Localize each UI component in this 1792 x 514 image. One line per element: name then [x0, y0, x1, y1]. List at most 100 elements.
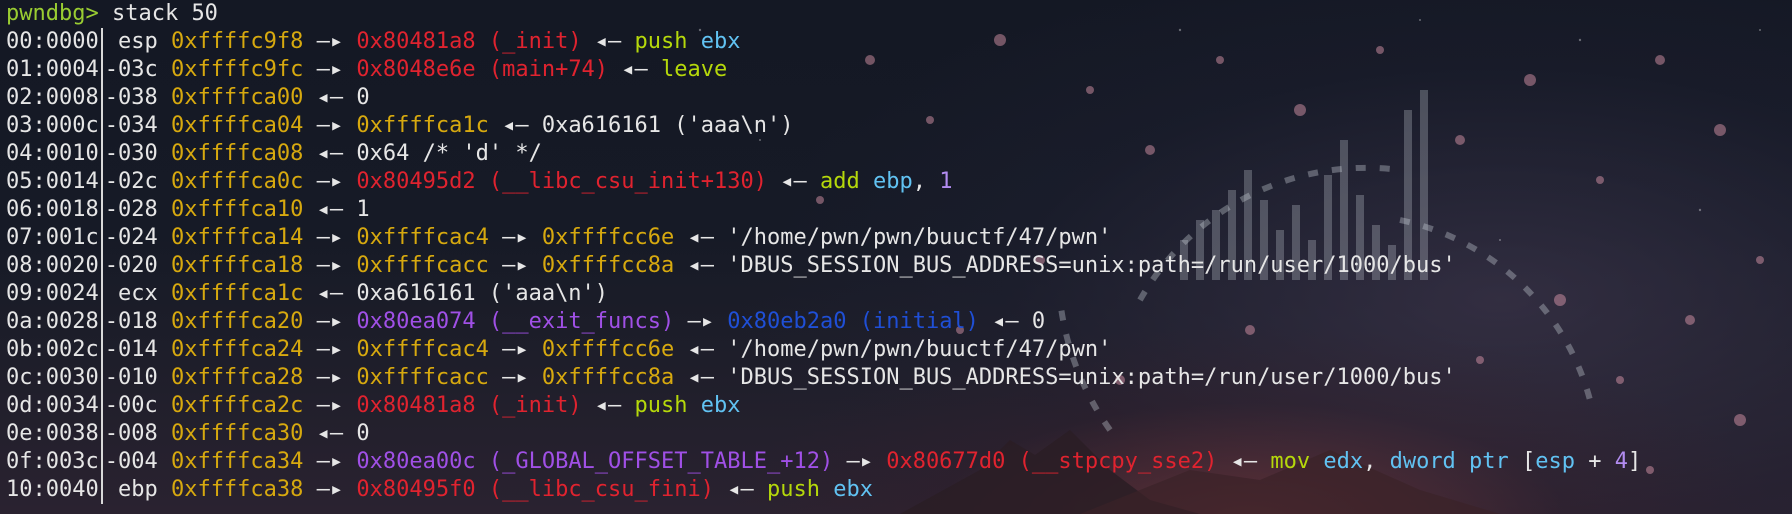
stack-address: 0xffffca28 — [170, 365, 304, 390]
stack-value-part: ◂— — [581, 29, 635, 54]
stack-value-part: 0x80495f0 (__libc_csu_fini) — [356, 477, 715, 502]
stack-index: 0b:002c — [6, 337, 99, 362]
stack-value-part: 0x80eb2a0 (initial) — [727, 309, 979, 334]
stack-offset: -024 — [104, 225, 158, 250]
stack-value-part: —▸ — [303, 337, 357, 362]
stack-address: 0xffffca14 — [170, 225, 304, 250]
stack-offset: -008 — [104, 421, 158, 446]
stack-address: 0xffffc9fc — [170, 57, 304, 82]
stack-value-part: 0xffffca1c — [356, 113, 489, 138]
column-separator — [100, 56, 103, 84]
stack-offset: ebp — [104, 477, 158, 502]
stack-offset: -02c — [104, 169, 158, 194]
stack-row: 02:0008 -038 0xffffca00 ◂— 0 — [6, 84, 1792, 112]
stack-value-part: 0xffffcacc — [356, 365, 489, 390]
stack-index: 08:0020 — [6, 253, 99, 278]
stack-value-part — [860, 169, 873, 194]
stack-row: 06:0018 -028 0xffffca10 ◂— 1 — [6, 196, 1792, 224]
stack-offset: -034 — [104, 113, 158, 138]
stack-address: 0xffffca34 — [170, 449, 304, 474]
stack-value-part: 0x80481a8 (_init) — [356, 393, 582, 418]
stack-index: 05:0014 — [6, 169, 99, 194]
stack-value-part: 4 — [1614, 449, 1629, 474]
prompt-label: pwndbg> — [6, 1, 99, 26]
stack-value-part: ◂— 'DBUS_SESSION_BUS_ADDRESS=unix:path=/… — [674, 365, 1456, 390]
stack-value-part: ◂— 1 — [303, 197, 370, 222]
stack-value-part: 1 — [939, 169, 953, 194]
stack-value-part: 0xffffcc8a — [541, 253, 675, 278]
stack-index: 10:0040 — [6, 477, 99, 502]
stack-value-part: ebp — [872, 169, 913, 194]
stack-index: 03:000c — [6, 113, 99, 138]
stack-value-part: push — [634, 393, 688, 418]
column-separator — [100, 336, 103, 364]
stack-offset: -038 — [104, 85, 158, 110]
column-separator — [100, 420, 103, 448]
stack-value-part: ebx — [833, 477, 873, 502]
stack-value-part: ◂— '/home/pwn/pwn/buuctf/47/pwn' — [674, 225, 1112, 250]
stack-index: 0c:0030 — [6, 365, 99, 390]
stack-value-part: —▸ — [488, 225, 542, 250]
stack-offset: ecx — [104, 281, 158, 306]
stack-index: 01:0004 — [6, 57, 99, 82]
stack-value-part: —▸ — [303, 113, 357, 138]
column-separator — [100, 196, 103, 224]
stack-row: 00:0000 esp 0xffffc9f8 —▸ 0x80481a8 (_in… — [6, 28, 1792, 56]
stack-value-part: 0xffffcc6e — [541, 225, 675, 250]
stack-address: 0xffffca38 — [170, 477, 304, 502]
stack-address: 0xffffca04 — [170, 113, 304, 138]
stack-address: 0xffffca1c — [170, 281, 304, 306]
stack-value-part: 0x8048e6e (main+74) — [356, 57, 609, 82]
stack-value-part: ◂— — [767, 169, 820, 194]
stack-value-part: —▸ — [833, 449, 887, 474]
stack-value-part: —▸ — [303, 477, 357, 502]
stack-address: 0xffffca24 — [170, 337, 304, 362]
stack-row: 0f:003c -004 0xffffca34 —▸ 0x80ea00c (_GL… — [6, 448, 1792, 476]
stack-address: 0xffffca18 — [170, 253, 304, 278]
stack-value-part: —▸ — [303, 169, 357, 194]
stack-index: 00:0000 — [6, 29, 99, 54]
stack-value-part: , — [1363, 449, 1390, 474]
stack-value-part: 0xffffcacc — [356, 253, 489, 278]
column-separator — [100, 168, 103, 196]
stack-index: 07:001c — [6, 225, 99, 250]
stack-value-part: ◂— '/home/pwn/pwn/buuctf/47/pwn' — [674, 337, 1112, 362]
column-separator — [100, 252, 103, 280]
stack-offset: -018 — [104, 309, 158, 334]
stack-value-part: ◂— 0x64 /* 'd' */ — [303, 141, 542, 166]
stack-value-part: push — [767, 477, 820, 502]
stack-value-part: ◂— — [608, 57, 662, 82]
stack-value-part: ebx — [700, 393, 741, 418]
stack-value-part: —▸ — [303, 57, 357, 82]
stack-address: 0xffffca2c — [170, 393, 304, 418]
stack-value-part: 0x80481a8 (_init) — [356, 29, 582, 54]
stack-value-part: mov — [1270, 449, 1311, 474]
stack-value-part: —▸ — [303, 309, 357, 334]
stack-value-part — [688, 29, 701, 54]
stack-value-part: ◂— — [1217, 449, 1271, 474]
stack-value-part: —▸ — [488, 253, 542, 278]
stack-row: 01:0004 -03c 0xffffc9fc —▸ 0x8048e6e (mai… — [6, 56, 1792, 84]
stack-value-part: edx — [1323, 449, 1364, 474]
stack-index: 02:0008 — [6, 85, 99, 110]
stack-value-part — [688, 393, 701, 418]
stack-address: 0xffffca08 — [170, 141, 304, 166]
stack-row: 0d:0034 -00c 0xffffca2c —▸ 0x80481a8 (_in… — [6, 392, 1792, 420]
column-separator — [100, 392, 103, 420]
column-separator — [100, 364, 103, 392]
stack-row: 0a:0028 -018 0xffffca20 —▸ 0x80ea074 (__e… — [6, 308, 1792, 336]
stack-value-part: + — [1575, 449, 1615, 474]
stack-offset: -028 — [104, 197, 158, 222]
stack-row: 09:0024 ecx 0xffffca1c ◂— 0xa616161 ('aa… — [6, 280, 1792, 308]
stack-row: 0c:0030 -010 0xffffca28 —▸ 0xffffcacc —▸ … — [6, 364, 1792, 392]
stack-value-part: 0x80ea00c (_GLOBAL_OFFSET_TABLE_+12) — [356, 449, 834, 474]
terminal-window[interactable]: pwndbg> stack 50 00:0000 esp 0xffffc9f8 … — [0, 0, 1792, 514]
stack-value-part: ◂— 0xa616161 ('aaa\n') — [303, 281, 609, 306]
stack-value-part: —▸ — [303, 393, 357, 418]
command-text: stack 50 — [111, 1, 218, 26]
stack-value-part: ◂— 0 — [303, 85, 370, 110]
column-separator — [100, 448, 103, 476]
stack-offset: -020 — [104, 253, 158, 278]
terminal-output: pwndbg> stack 50 00:0000 esp 0xffffc9f8 … — [0, 0, 1792, 504]
stack-address: 0xffffc9f8 — [170, 29, 304, 54]
